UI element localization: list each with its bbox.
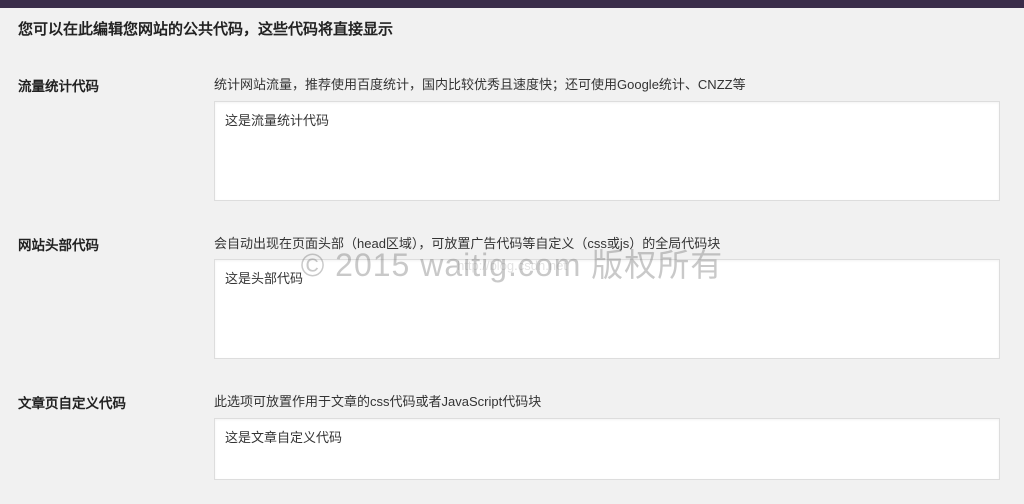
form-row-traffic: 流量统计代码 统计网站流量，推荐使用百度统计，国内比较优秀且速度快；还可使用Go… xyxy=(0,47,1024,206)
textarea-traffic[interactable] xyxy=(214,101,1000,201)
page-title: 您可以在此编辑您网站的公共代码，这些代码将直接显示 xyxy=(0,8,1024,47)
description-traffic: 统计网站流量，推荐使用百度统计，国内比较优秀且速度快；还可使用Google统计、… xyxy=(214,75,1000,95)
top-bar xyxy=(0,0,1024,8)
label-head: 网站头部代码 xyxy=(18,234,214,365)
field-article: 此选项可放置作用于文章的css代码或者JavaScript代码块 xyxy=(214,392,1006,485)
form-row-head: 网站头部代码 会自动出现在页面头部（head区域），可放置广告代码等自定义（cs… xyxy=(0,206,1024,365)
description-article: 此选项可放置作用于文章的css代码或者JavaScript代码块 xyxy=(214,392,1000,412)
textarea-article[interactable] xyxy=(214,418,1000,480)
label-article: 文章页自定义代码 xyxy=(18,392,214,485)
field-head: 会自动出现在页面头部（head区域），可放置广告代码等自定义（css或js）的全… xyxy=(214,234,1006,365)
field-traffic: 统计网站流量，推荐使用百度统计，国内比较优秀且速度快；还可使用Google统计、… xyxy=(214,75,1006,206)
label-traffic: 流量统计代码 xyxy=(18,75,214,206)
form-row-article: 文章页自定义代码 此选项可放置作用于文章的css代码或者JavaScript代码… xyxy=(0,364,1024,485)
textarea-head[interactable] xyxy=(214,259,1000,359)
description-head: 会自动出现在页面头部（head区域），可放置广告代码等自定义（css或js）的全… xyxy=(214,234,1000,254)
